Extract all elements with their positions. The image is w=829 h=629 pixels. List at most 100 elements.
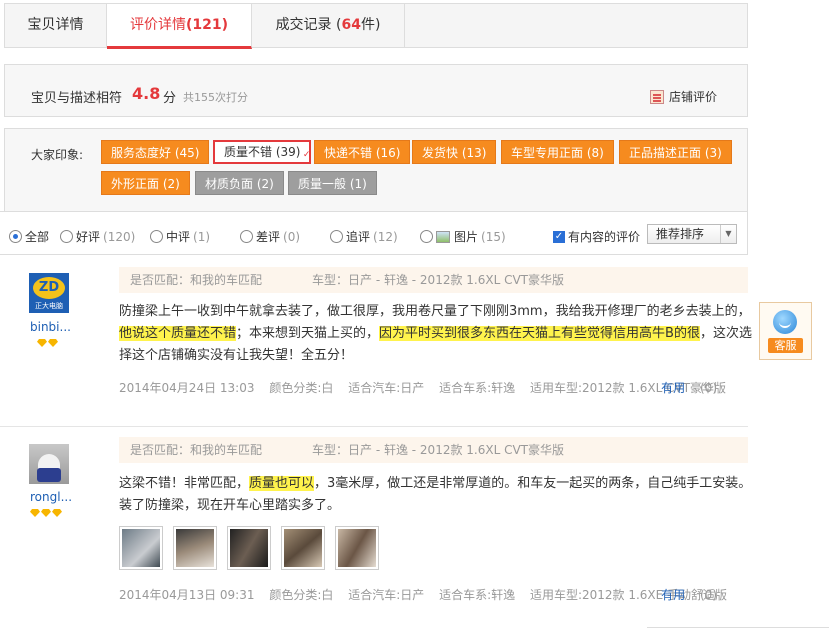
shop-rating-link[interactable]: 店铺评价 <box>650 88 717 105</box>
sort-select[interactable]: 推荐排序 ▼ <box>647 224 737 244</box>
customer-service-widget[interactable]: 客服 <box>759 302 812 360</box>
filter-good[interactable]: 好评 (120) <box>60 228 135 245</box>
filter-count: (120) <box>103 229 136 244</box>
calendar-icon <box>650 89 664 104</box>
tab-count: 121 <box>192 17 222 33</box>
reviewer-name[interactable]: rongl... <box>30 490 72 504</box>
avatar-subtext: 正大电脑 <box>35 302 63 310</box>
review-content: 这梁不错！非常匹配，质量也可以，3毫米厚，做工还是非常厚道的。和车友一起买的两条… <box>119 473 753 517</box>
review-fit-car: 适合汽车:日产 <box>348 588 425 602</box>
filter-label: 好评 <box>76 230 101 244</box>
filter-count: (0) <box>283 229 301 244</box>
review-match-bar: 是否匹配：和我的车匹配 车型：日产 - 轩逸 - 2012款 1.6XL CVT… <box>119 267 748 293</box>
filter-label: 全部 <box>25 230 50 244</box>
match-text: 是否匹配：和我的车匹配 <box>130 443 263 457</box>
review-highlight: 因为平时买到很多东西在天猫上有些觉得信用高牛B的很 <box>379 326 700 341</box>
rating-summary: 宝贝与描述相符 4.8 分 共155次打分 店铺评价 <box>4 64 748 117</box>
diamond-icon <box>37 339 47 347</box>
review-photo-thumb[interactable] <box>281 526 325 570</box>
impression-tag[interactable]: 发货快 (13) <box>412 140 497 164</box>
shop-rating-label: 店铺评价 <box>669 90 718 104</box>
review-text: 防撞梁上午一收到中午就拿去装了，做工很厚，我用卷尺量了下刚刚3mm，我给我开修理… <box>119 304 751 319</box>
tab-reviews[interactable]: 评价详情(121) <box>107 4 252 49</box>
avatar-coat <box>37 468 61 482</box>
review-fit-series: 适合车系:轩逸 <box>439 588 516 602</box>
review-divider <box>0 426 748 427</box>
review-photos <box>119 526 379 570</box>
sort-label: 推荐排序 <box>656 227 705 241</box>
chevron-down-icon: ▼ <box>720 225 736 243</box>
filter-has-content[interactable]: ✓ 有内容的评价 <box>553 228 640 245</box>
review-highlight: 他说这个质量还不错 <box>119 326 237 341</box>
radio-icon <box>240 230 253 243</box>
filter-label: 差评 <box>256 230 281 244</box>
filter-label: 有内容的评价 <box>568 230 641 244</box>
service-button[interactable]: 客服 <box>768 338 803 353</box>
impression-tag[interactable]: 正品描述正面 (3) <box>619 140 732 164</box>
diamond-icon <box>52 509 62 517</box>
useful-label: 有用 <box>661 381 686 395</box>
avatar-logo: ZD <box>33 277 65 299</box>
divider <box>647 627 829 628</box>
tab-label: 评价详情 <box>129 17 186 33</box>
filter-mid[interactable]: 中评 (1) <box>150 228 210 245</box>
impression-tag[interactable]: 快递不错 (16) <box>314 140 411 164</box>
review-item: rongl... 是否匹配：和我的车匹配 车型：日产 - 轩逸 - 2012款 … <box>0 426 751 626</box>
filter-append[interactable]: 追评 (12) <box>330 228 398 245</box>
avatar[interactable] <box>29 444 69 484</box>
rating-unit: 分 <box>163 91 177 106</box>
impression-tag[interactable]: 服务态度好 (45) <box>101 140 210 164</box>
review-content: 防撞梁上午一收到中午就拿去装了，做工很厚，我用卷尺量了下刚刚3mm，我给我开修理… <box>119 301 753 367</box>
impressions-panel: 大家印象: 服务态度好 (45) 质量不错 (39) 快递不错 (16) 发货快… <box>4 128 748 211</box>
review-item: ZD 正大电脑 binbi... 是否匹配：和我的车匹配 车型：日产 - 轩逸 … <box>0 256 752 426</box>
tab-item-details[interactable]: 宝贝详情 <box>5 4 107 47</box>
impression-tag[interactable]: 质量一般 (1) <box>288 171 377 195</box>
radio-icon <box>60 230 73 243</box>
review-photo-thumb[interactable] <box>227 526 271 570</box>
review-photo-thumb[interactable] <box>173 526 217 570</box>
filter-label: 中评 <box>166 230 191 244</box>
reviewer-name[interactable]: binbi... <box>30 320 71 334</box>
filter-count: (12) <box>373 229 398 244</box>
tab-label: 宝贝详情 <box>27 17 84 33</box>
filter-count: (15) <box>481 229 506 244</box>
diamond-icon <box>30 509 40 517</box>
avatar[interactable]: ZD 正大电脑 <box>29 273 69 313</box>
review-photo-thumb[interactable] <box>119 526 163 570</box>
review-text: ；本来想到天猫上买的， <box>236 326 380 341</box>
review-color: 颜色分类:白 <box>269 588 334 602</box>
review-photo-thumb[interactable] <box>335 526 379 570</box>
filter-bad[interactable]: 差评 (0) <box>240 228 300 245</box>
radio-icon <box>150 230 163 243</box>
car-model-text: 车型：日产 - 轩逸 - 2012款 1.6XL CVT豪华版 <box>312 443 564 457</box>
review-fit-car: 适合汽车:日产 <box>348 381 425 395</box>
impression-tag[interactable]: 外形正面 (2) <box>101 171 190 195</box>
useful-button[interactable]: 有用 (0) <box>661 379 728 396</box>
tab-count: 64 <box>341 17 361 33</box>
filter-count: (1) <box>193 229 211 244</box>
useful-count: (0) <box>700 381 717 395</box>
useful-button[interactable]: 有用 (0) <box>661 586 728 603</box>
impression-tag-selected[interactable]: 质量不错 (39) <box>213 140 312 165</box>
tab-bar: 宝贝详情 评价详情(121) 成交记录 (64件) <box>4 3 748 49</box>
filter-pictures[interactable]: 图片 (15) <box>420 228 506 245</box>
filter-all[interactable]: 全部 <box>9 228 49 245</box>
review-info: 2014年04月24日 13:03 颜色分类:白 适合汽车:日产 适合车系:轩逸… <box>119 379 748 396</box>
user-level <box>37 339 58 347</box>
filter-label: 追评 <box>346 230 371 244</box>
impression-tag[interactable]: 车型专用正面 (8) <box>501 140 614 164</box>
review-info: 2014年04月13日 09:31 颜色分类:白 适合汽车:日产 适合车系:轩逸… <box>119 586 748 603</box>
useful-label: 有用 <box>661 588 686 602</box>
radio-icon <box>420 230 433 243</box>
checkbox-checked-icon: ✓ <box>553 230 565 243</box>
review-color: 颜色分类:白 <box>269 381 334 395</box>
review-date: 2014年04月24日 13:03 <box>119 381 255 395</box>
service-avatar-icon <box>773 310 797 334</box>
tab-transactions[interactable]: 成交记录 (64件) <box>252 4 405 47</box>
review-filter-bar: 全部 好评 (120) 中评 (1) 差评 (0) 追评 (12) 图片 (15) ✓ 有内… <box>0 211 748 255</box>
diamond-icon <box>41 509 51 517</box>
review-date: 2014年04月13日 09:31 <box>119 588 255 602</box>
radio-icon <box>330 230 343 243</box>
review-fit-series: 适合车系:轩逸 <box>439 381 516 395</box>
impression-tag[interactable]: 材质负面 (2) <box>195 171 284 195</box>
